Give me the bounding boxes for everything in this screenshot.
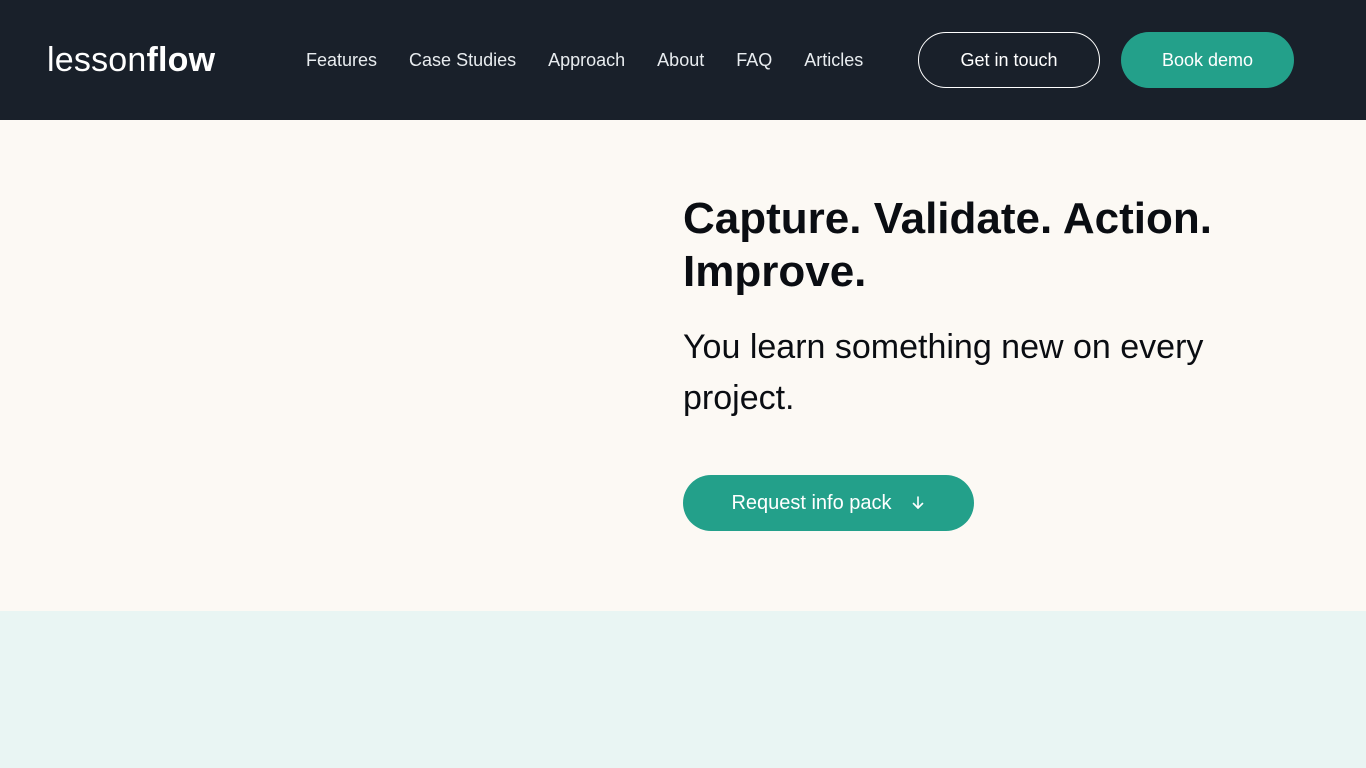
lower-section xyxy=(0,611,1366,768)
book-demo-button[interactable]: Book demo xyxy=(1121,32,1294,88)
nav-link-features[interactable]: Features xyxy=(306,48,377,72)
hero-subtitle: You learn something new on every project… xyxy=(683,328,1204,417)
nav-link-faq[interactable]: FAQ xyxy=(736,48,772,72)
hero-section: Capture. Validate. Action. Improve. You … xyxy=(0,120,1366,611)
logo-text-light: lesson xyxy=(47,41,147,79)
hero-title: Capture. Validate. Action. Improve. xyxy=(683,194,1212,296)
request-info-pack-button[interactable]: Request info pack xyxy=(683,475,974,531)
top-navbar: lesson flow Features Case Studies Approac… xyxy=(0,0,1366,120)
nav-link-case-studies[interactable]: Case Studies xyxy=(409,48,516,72)
logo-text-bold: flow xyxy=(146,41,216,79)
nav-link-approach[interactable]: Approach xyxy=(548,48,625,72)
nav-link-about[interactable]: About xyxy=(657,48,704,72)
request-info-pack-label: Request info pack xyxy=(731,491,892,514)
get-in-touch-button[interactable]: Get in touch xyxy=(918,32,1100,88)
main-nav: Features Case Studies Approach About FAQ… xyxy=(306,48,863,72)
nav-link-articles[interactable]: Articles xyxy=(804,48,863,72)
arrow-down-icon xyxy=(910,495,926,511)
logo[interactable]: lesson flow xyxy=(47,40,215,80)
